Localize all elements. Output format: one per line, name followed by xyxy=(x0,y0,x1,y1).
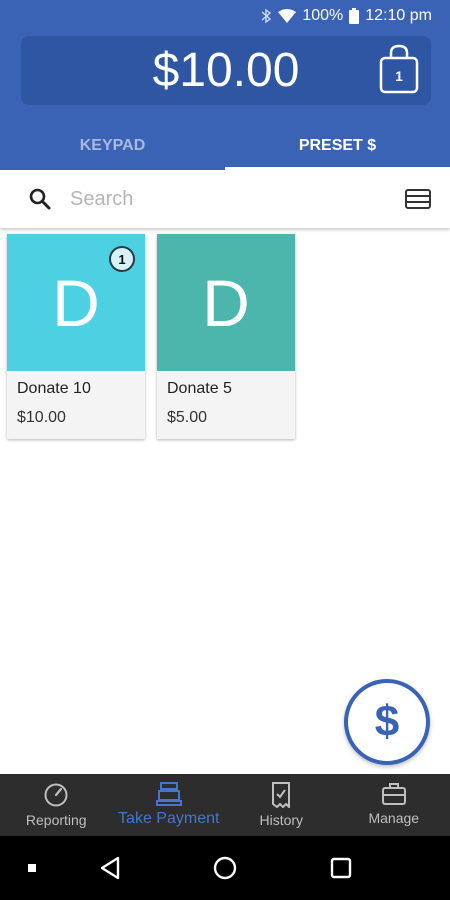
list-view-icon[interactable] xyxy=(405,188,431,210)
register-icon xyxy=(155,782,182,810)
overview-icon[interactable] xyxy=(325,852,357,884)
search-input[interactable] xyxy=(70,184,370,214)
nav-label: History xyxy=(259,812,304,828)
app-screen: 100% 12:10 pm $10.00 1 KEYPAD PRESET $ S… xyxy=(0,0,450,900)
cart-count: 1 xyxy=(395,68,403,84)
product-tile: D xyxy=(157,234,295,371)
product-initial: D xyxy=(202,265,250,340)
bluetooth-icon xyxy=(260,8,272,24)
wifi-icon xyxy=(278,8,297,23)
product-initial: D xyxy=(52,265,100,340)
recents-dot-icon[interactable] xyxy=(16,852,48,884)
tab-keypad[interactable]: KEYPAD xyxy=(0,121,225,170)
product-price: $10.00 xyxy=(17,409,66,426)
total-amount: $10.00 xyxy=(152,44,300,97)
bottom-nav: Reporting Take Payment History Manage xyxy=(0,774,450,836)
battery-percent: 100% xyxy=(302,6,344,24)
nav-label: Manage xyxy=(368,810,420,826)
mode-tabs: KEYPAD PRESET $ xyxy=(0,121,450,170)
product-card-donate-5[interactable]: D Donate 5 $5.00 xyxy=(157,234,295,439)
amount-display: $10.00 1 xyxy=(21,36,431,105)
nav-label: Take Payment xyxy=(118,810,220,827)
briefcase-icon xyxy=(381,782,407,810)
quantity-badge: 1 xyxy=(109,246,135,272)
status-bar: 100% 12:10 pm xyxy=(0,0,450,31)
dollar-icon: $ xyxy=(374,697,400,746)
cart-bag-icon[interactable]: 1 xyxy=(379,44,419,94)
home-icon[interactable] xyxy=(209,852,241,884)
search-bar xyxy=(0,170,450,228)
system-nav-bar xyxy=(0,836,450,900)
charge-button[interactable]: $ xyxy=(344,679,430,765)
tab-preset[interactable]: PRESET $ xyxy=(225,121,450,170)
nav-item-reporting[interactable]: Reporting xyxy=(0,774,113,836)
battery-icon xyxy=(349,7,360,24)
search-icon[interactable] xyxy=(28,187,52,211)
gauge-icon xyxy=(43,782,69,812)
nav-label: Reporting xyxy=(25,812,87,828)
product-card-donate-10[interactable]: D 1 Donate 10 $10.00 xyxy=(7,234,145,439)
back-icon[interactable] xyxy=(94,852,126,884)
nav-item-history[interactable]: History xyxy=(225,774,338,836)
product-name: Donate 10 xyxy=(17,380,91,397)
nav-item-take-payment[interactable]: Take Payment xyxy=(113,774,226,836)
clock: 12:10 pm xyxy=(365,6,432,24)
app-header: $10.00 1 KEYPAD PRESET $ xyxy=(0,31,450,170)
receipt-icon xyxy=(269,782,293,812)
nav-item-manage[interactable]: Manage xyxy=(338,774,450,836)
product-price: $5.00 xyxy=(167,409,208,426)
product-name: Donate 5 xyxy=(167,380,232,397)
